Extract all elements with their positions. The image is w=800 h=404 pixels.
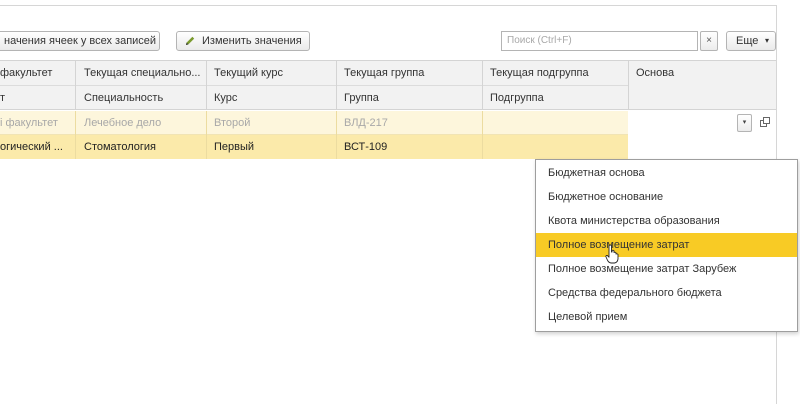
column-header-course[interactable]: Курс xyxy=(214,91,332,105)
column-divider xyxy=(482,111,483,135)
table-cell-specialty[interactable]: Лечебное дело xyxy=(84,116,202,130)
column-divider xyxy=(206,135,207,159)
column-header-faculty[interactable]: факультет xyxy=(0,66,72,80)
dropdown-item[interactable]: Полное возмещение затрат Зарубеж xyxy=(536,257,797,281)
dropdown-item[interactable]: Бюджетное основание xyxy=(536,185,797,209)
column-divider xyxy=(336,135,337,159)
table-cell-course[interactable]: Второй xyxy=(214,116,332,130)
dropdown-item-selected[interactable]: Полное возмещение затрат xyxy=(536,233,797,257)
column-divider xyxy=(206,60,207,110)
table-row[interactable]: огический ... Стоматология Первый ВСТ-10… xyxy=(0,135,628,159)
table-cell-group[interactable]: ВЛД-217 xyxy=(344,116,478,130)
header-divider xyxy=(0,85,628,86)
pencil-icon xyxy=(186,36,195,45)
column-divider xyxy=(482,135,483,159)
set-cell-values-all-records-button[interactable]: начения ячеек у всех записей xyxy=(0,31,160,51)
search-clear-button[interactable]: × xyxy=(700,31,718,51)
form-border-top xyxy=(0,5,776,6)
column-divider xyxy=(75,60,76,110)
more-button[interactable]: Еще ▾ xyxy=(726,31,776,51)
column-divider xyxy=(336,111,337,135)
table-cell-specialty[interactable]: Стоматология xyxy=(84,140,202,154)
more-label: Еще xyxy=(736,35,759,47)
basis-dropdown-list: Бюджетная основа Бюджетное основание Кво… xyxy=(535,159,798,332)
column-header-current-course[interactable]: Текущий курс xyxy=(214,66,332,80)
table-cell-group[interactable]: ВСТ-109 xyxy=(344,140,478,154)
change-values-button[interactable]: Изменить значения xyxy=(176,31,310,51)
chevron-down-icon: ▾ xyxy=(764,36,769,45)
column-divider xyxy=(336,60,337,110)
dropdown-item[interactable]: Средства федерального бюджета xyxy=(536,281,797,305)
search-input[interactable]: Поиск (Ctrl+F) xyxy=(501,31,698,51)
table-cell-faculty[interactable]: і факультет xyxy=(0,116,72,130)
set-values-label: начения ячеек у всех записей xyxy=(4,35,157,47)
column-divider xyxy=(75,111,76,135)
dropdown-item[interactable]: Квота министерства образования xyxy=(536,209,797,233)
column-header-basis[interactable]: Основа xyxy=(636,66,770,80)
hand-cursor-icon xyxy=(605,244,619,264)
column-header-subgroup[interactable]: Подгруппа xyxy=(490,91,624,105)
dropdown-item[interactable]: Целевой прием xyxy=(536,305,797,329)
column-divider xyxy=(75,135,76,159)
basis-dropdown-button[interactable]: ▾ xyxy=(737,114,752,132)
column-header-current-group[interactable]: Текущая группа xyxy=(344,66,478,80)
column-header-current-subgroup[interactable]: Текущая подгруппа xyxy=(490,66,624,80)
dropdown-item[interactable]: Бюджетная основа xyxy=(536,161,797,185)
column-divider xyxy=(628,60,629,110)
column-header-current-specialty[interactable]: Текущая специально... xyxy=(84,66,202,80)
records-table: факультет Текущая специально... Текущий … xyxy=(0,60,776,160)
column-divider xyxy=(206,111,207,135)
open-form-icon[interactable] xyxy=(759,116,771,128)
column-header-group[interactable]: Группа xyxy=(344,91,478,105)
table-cell-course[interactable]: Первый xyxy=(214,140,332,154)
column-header-specialty[interactable]: Специальность xyxy=(84,91,202,105)
column-divider xyxy=(482,60,483,110)
change-values-label: Изменить значения xyxy=(202,35,302,47)
table-cell-faculty[interactable]: огический ... xyxy=(0,140,72,154)
column-header-sub-faculty[interactable]: т xyxy=(0,91,72,105)
table-row[interactable]: і факультет Лечебное дело Второй ВЛД-217 xyxy=(0,111,628,135)
